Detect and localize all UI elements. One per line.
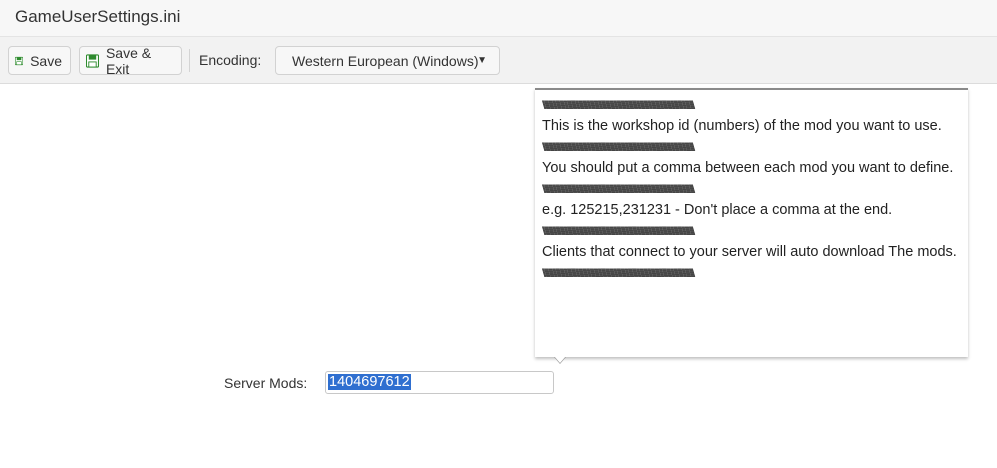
tooltip-pointer: [554, 356, 566, 363]
server-mods-label: Server Mods:: [224, 375, 308, 391]
floppy-disk-icon: [15, 56, 24, 65]
toolbar: Save Save & Exit Encoding: Western Europ…: [0, 37, 997, 84]
title-bar: GameUserSettings.ini: [0, 0, 997, 37]
toolbar-divider: [189, 49, 190, 72]
encoding-label: Encoding:: [199, 52, 262, 68]
save-and-exit-button-label: Save & Exit: [105, 44, 152, 77]
tooltip-separator: \\\\\\\\\\\\\\\\\\\\\\\\\\\\\\\\\\\\\\\\…: [542, 98, 695, 112]
window-title: GameUserSettings.ini: [15, 7, 181, 26]
save-button[interactable]: Save: [8, 46, 71, 75]
server-mods-value: 1404697612: [328, 374, 411, 390]
save-button-label: Save: [30, 52, 62, 69]
tooltip-line: You should put a comma between each mod …: [542, 160, 954, 176]
tooltip-separator: \\\\\\\\\\\\\\\\\\\\\\\\\\\\\\\\\\\\\\\\…: [542, 224, 695, 238]
floppy-disk-icon: [86, 53, 99, 68]
encoding-select[interactable]: Western European (Windows) ▼: [275, 46, 500, 75]
save-and-exit-button[interactable]: Save & Exit: [79, 44, 182, 77]
tooltip-line: Clients that connect to your server will…: [542, 244, 957, 260]
tooltip-separator: \\\\\\\\\\\\\\\\\\\\\\\\\\\\\\\\\\\\\\\\…: [542, 266, 695, 280]
server-mods-input[interactable]: 1404697612: [325, 371, 554, 394]
caret-down-icon: ▼: [477, 55, 487, 66]
encoding-select-value: Western European (Windows): [292, 52, 479, 69]
tooltip-line: This is the workshop id (numbers) of the…: [542, 118, 942, 134]
tooltip-separator: \\\\\\\\\\\\\\\\\\\\\\\\\\\\\\\\\\\\\\\\…: [542, 140, 695, 154]
tooltip-line: e.g. 125215,231231 - Don't place a comma…: [542, 202, 893, 218]
tooltip-separator: \\\\\\\\\\\\\\\\\\\\\\\\\\\\\\\\\\\\\\\\…: [542, 182, 695, 196]
help-tooltip: \\\\\\\\\\\\\\\\\\\\\\\\\\\\\\\\\\\\\\\\…: [535, 88, 968, 357]
